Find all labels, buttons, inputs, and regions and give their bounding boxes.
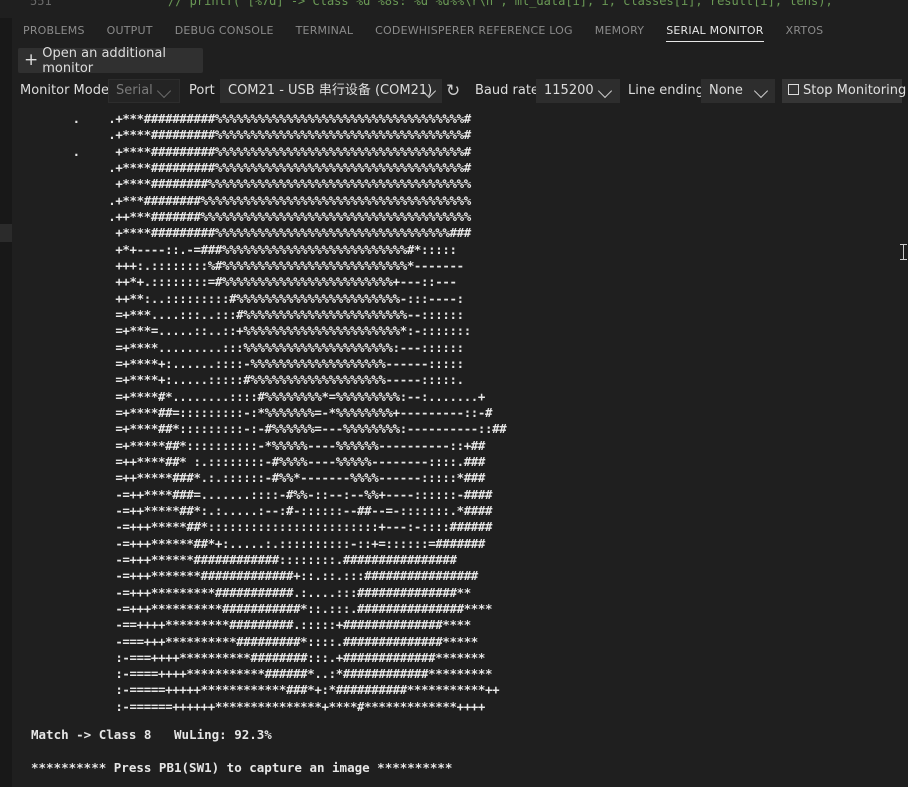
ascii-line: . .+***##########%%%%%%%%%%%%%%%%%%%%%%%… [30,111,472,126]
monitor-mode-value: Serial [116,83,153,98]
monitor-mode-select[interactable]: Serial [108,79,180,103]
ascii-line: :-===++++**********########:::.+########… [30,649,486,665]
ascii-line: =++*****###*.:.::::::-#%%*-------%%%%---… [30,470,486,486]
capture-prompt-line: ********** Press PB1(SW1) to capture an … [31,760,453,775]
refresh-icon[interactable]: ↻ [446,77,460,105]
ascii-line: -=+++*******#############+::.::.:::#####… [30,568,478,584]
ascii-image-output: . .+***##########%%%%%%%%%%%%%%%%%%%%%%%… [30,111,507,715]
editor-gutter [0,18,12,787]
vscode-panel-root: 551 // printf("[%7d] -> Class %d %8s: %d… [0,0,908,787]
line-ending-select[interactable]: None [701,79,775,103]
chevron-down-icon [156,83,172,99]
tab-problems[interactable]: PROBLEMS [12,18,96,44]
stop-square-icon [788,84,799,95]
ascii-line: :-=====+++++************###*+:*#########… [30,682,500,698]
tab-debug-console[interactable]: DEBUG CONSOLE [164,18,285,44]
ascii-line: -=+++******##*+:.....:.::::::::::-::+=::… [30,535,486,551]
ascii-line: .+****#########%%%%%%%%%%%%%%%%%%%%%%%%%… [30,127,471,143]
tab-terminal[interactable]: TERMINAL [285,18,365,44]
plus-icon: + [24,50,39,70]
ascii-line: ++**:..:::::::::#%%%%%%%%%%%%%%%%%%%%%%%… [30,290,464,306]
baud-rate-select[interactable]: 115200 [536,79,620,103]
ascii-line: =+****#*........::::#%%%%%%%%*=%%%%%%%%%… [30,388,486,404]
ascii-line: :-====++++***********######*..:*########… [30,666,493,682]
ascii-line: =+****+:......::::-%%%%%%%%%%%%%%%%%%%--… [30,355,464,371]
ascii-line: +****########%%%%%%%%%%%%%%%%%%%%%%%%%%%… [30,176,471,192]
port-select[interactable]: COM21 - USB 串行设备 (COM21) [220,79,442,103]
port-label: Port [189,83,215,98]
tab-xrtos[interactable]: XRTOS [775,18,835,44]
port-value: COM21 - USB 串行设备 (COM21) [228,83,433,98]
ascii-line: =+*****##*::::::::::-*%%%%%----%%%%%%---… [30,437,486,453]
open-additional-monitor-label: Open an additional monitor [42,45,167,76]
baud-rate-label: Baud rate [475,83,539,98]
ascii-line: :-======++++++***************+****#*****… [30,698,486,714]
gutter-highlight [0,224,12,242]
serial-monitor-toolbar: Monitor Mode Serial Port COM21 - USB 串行设… [12,77,908,105]
stop-monitoring-label: Stop Monitoring [803,83,907,98]
text-cursor-icon [900,244,908,260]
ascii-line: +*+----::.-=###%%%%%%%%%%%%%%%%%%%%%%%%%… [30,241,457,257]
ascii-line: ++*+.::::::::=#%%%%%%%%%%%%%%%%%%%%%%%%+… [30,274,457,290]
tab-output[interactable]: OUTPUT [96,18,164,44]
ascii-line: =+****+:.....:::::#%%%%%%%%%%%%%%%%%%%--… [30,372,464,388]
ascii-line: =+***....:::..:::#%%%%%%%%%%%%%%%%%%%%%%… [30,306,464,322]
ascii-line: .++***#######%%%%%%%%%%%%%%%%%%%%%%%%%%%… [30,208,471,224]
ascii-line: -===+++**********#########*::::.########… [30,633,478,649]
tab-serial-monitor[interactable]: SERIAL MONITOR [655,18,774,44]
tab-codewhisperer-reference-log[interactable]: CODEWHISPERER REFERENCE LOG [364,18,584,44]
line-ending-label: Line ending [628,83,704,98]
editor-code-remnant: 551 // printf("[%7d] -> Class %d %8s: %d… [0,0,908,18]
line-ending-value: None [709,83,743,98]
open-additional-monitor-button[interactable]: + Open an additional monitor [18,45,203,76]
ascii-line: =+****.........:::%%%%%%%%%%%%%%%%%%%%%:… [30,339,464,355]
ascii-line: -=+++**********###########*::.:::.######… [30,600,493,616]
ascii-line: -==++++*********#########.:::::+########… [30,617,471,633]
serial-output-area[interactable]: . .+***##########%%%%%%%%%%%%%%%%%%%%%%%… [12,108,908,787]
tab-memory[interactable]: MEMORY [584,18,655,44]
ascii-line: +****#########%%%%%%%%%%%%%%%%%%%%%%%%%%… [30,225,471,241]
ascii-line: -=+++*****##*::::::::::::::::::::::::+--… [30,519,493,535]
baud-rate-value: 115200 [544,83,594,98]
ascii-line: =+****##=:::::::::-:*%%%%%%%=-*%%%%%%%%+… [30,404,493,420]
ascii-line: -=++*****##*:.:.....:--:#-::::::--##--=-… [30,502,493,518]
chevron-down-icon [753,83,769,99]
ascii-line: +++:.::::::::%#%%%%%%%%%%%%%%%%%%%%%%%%%… [30,257,464,273]
panel-tabs: PROBLEMS OUTPUT DEBUG CONSOLE TERMINAL C… [12,18,908,44]
ascii-line: =++****##* :.::::::::-#%%%%----%%%%%----… [30,453,486,469]
ascii-line: .+***########%%%%%%%%%%%%%%%%%%%%%%%%%%%… [30,192,471,208]
ascii-line: -=+++******############::::::::.########… [30,551,457,567]
match-result-line: Match -> Class 8 WuLing: 92.3% [31,727,272,742]
ascii-line: .+****#########%%%%%%%%%%%%%%%%%%%%%%%%%… [30,159,471,175]
stop-monitoring-button[interactable]: Stop Monitoring [782,79,906,103]
chevron-down-icon [597,83,613,99]
ascii-line: -=++****###=.......::::-#%%-::--:--%%+--… [30,486,493,502]
ascii-line: . +****#########%%%%%%%%%%%%%%%%%%%%%%%%… [30,143,472,159]
editor-line-number: 551 [30,0,52,8]
ascii-line: =+****##*:::::::::-:-#%%%%%%=---%%%%%%%%… [30,421,507,437]
ascii-line: -=+++*********###########.:....:::######… [30,584,471,600]
monitor-mode-label: Monitor Mode [20,83,109,98]
ascii-line: =+***=.....::..::+%%%%%%%%%%%%%%%%%%%%%%… [30,323,471,339]
editor-code-text: // printf("[%7d] -> Class %d %8s: %d %d%… [168,0,833,8]
